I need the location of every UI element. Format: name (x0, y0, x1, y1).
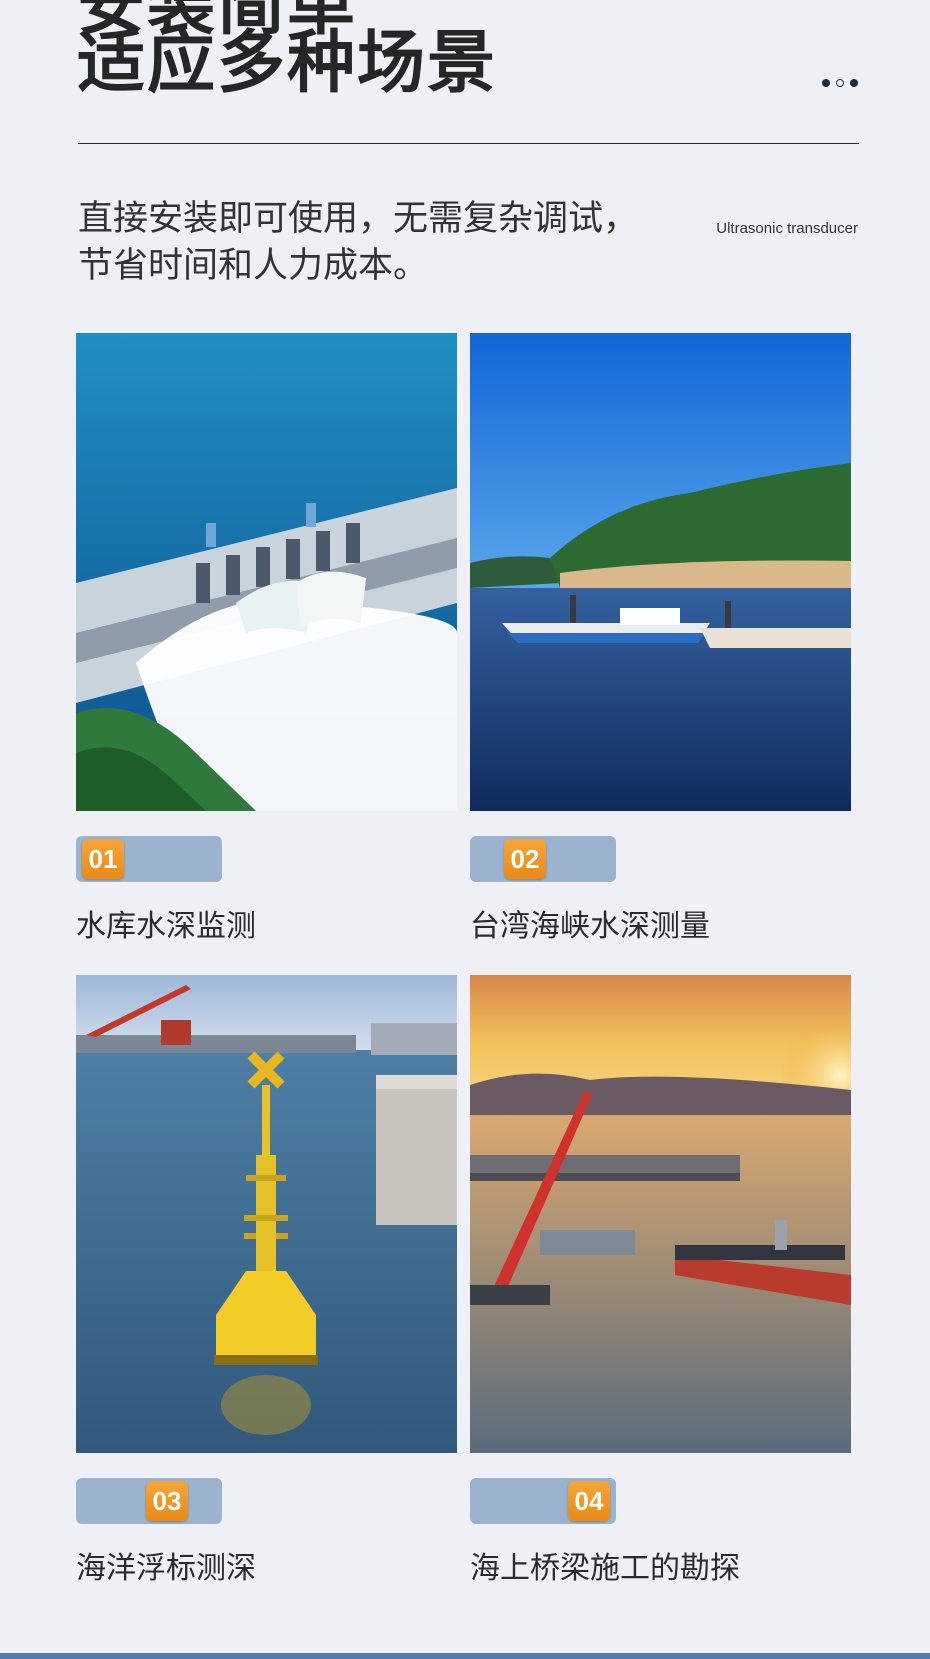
page-title: 适应多种场景 (77, 24, 498, 103)
scenario-card-4: 04 海上桥梁施工的勘探 (470, 975, 851, 1586)
dot-indicator (836, 79, 844, 87)
ocean-buoy-photo (76, 975, 457, 1453)
scenario-tag: 04 (470, 1478, 616, 1524)
description-line: 节省时间和人力成本。 (78, 246, 429, 286)
scenario-number: 01 (82, 839, 124, 879)
scenario-caption: 海上桥梁施工的勘探 (470, 1551, 740, 1586)
scenario-number: 03 (146, 1481, 188, 1521)
scenario-number: 04 (568, 1481, 610, 1521)
reservoir-dam-photo (76, 333, 457, 811)
scenario-card-2: 02 台湾海峡水深测量 (470, 333, 851, 944)
description: 直接安装即可使用，无需复杂调试， 节省时间和人力成本。 (78, 196, 638, 290)
scenario-caption: 海洋浮标测深 (76, 1551, 256, 1586)
dot-indicator (822, 79, 830, 87)
scenario-tag: 03 (76, 1478, 222, 1524)
strait-boats-photo (470, 333, 851, 811)
dot-indicator (850, 79, 858, 87)
divider (78, 143, 859, 144)
scenario-tag: 02 (470, 836, 616, 882)
scenario-caption: 水库水深监测 (76, 909, 256, 944)
scenario-card-1: 01 水库水深监测 (76, 333, 457, 944)
bottom-strip (0, 1653, 930, 1659)
scenario-tag: 01 (76, 836, 222, 882)
scenario-number: 02 (504, 839, 546, 879)
scenario-caption: 台湾海峡水深测量 (470, 909, 710, 944)
bridge-construction-photo (470, 975, 851, 1453)
description-line: 直接安装即可使用，无需复杂调试， (78, 199, 639, 239)
scenario-card-3: 03 海洋浮标测深 (76, 975, 457, 1586)
subtitle: Ultrasonic transducer (716, 220, 858, 237)
carousel-dots (822, 79, 858, 87)
